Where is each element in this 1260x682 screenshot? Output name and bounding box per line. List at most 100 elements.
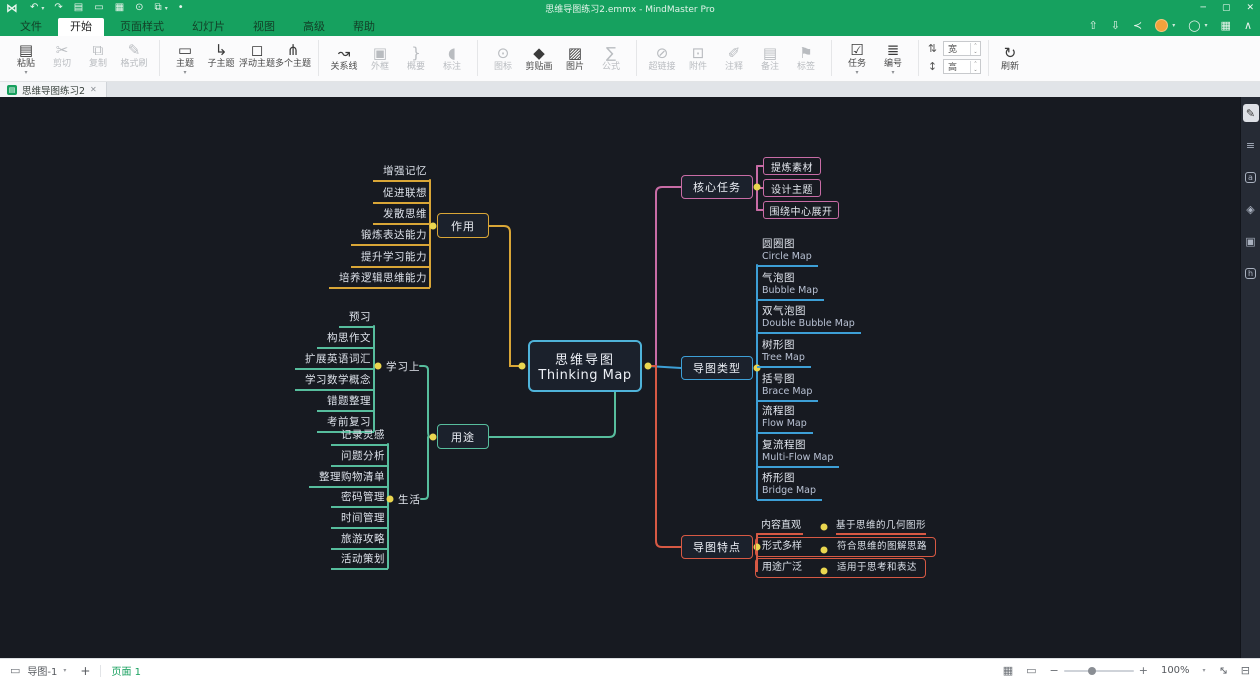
浮动主题-button[interactable]: ◻浮动主题 <box>239 40 275 70</box>
branch-topic-uses[interactable]: 用途 <box>437 424 489 449</box>
uses-item[interactable]: 学习数学概念 <box>295 374 374 391</box>
map-type-item[interactable]: 树形图Tree Map <box>757 339 811 368</box>
menu-tab-6[interactable]: 帮助 <box>341 18 387 36</box>
map-type-item[interactable]: 双气泡图Double Bubble Map <box>757 305 861 334</box>
map-type-item[interactable]: 桥形图Bridge Map <box>757 472 822 501</box>
purpose-item[interactable]: 促进联想 <box>373 187 430 204</box>
dropdown-caret-icon[interactable]: ▾ <box>891 70 894 76</box>
history-icon[interactable]: ⊙ <box>135 0 143 16</box>
style-format-icon[interactable]: ✎ <box>1243 104 1259 122</box>
user-avatar-caret[interactable]: ▾ <box>1172 22 1175 29</box>
font-icon[interactable]: a <box>1243 168 1259 186</box>
uses-item[interactable]: 错题整理 <box>317 395 374 412</box>
menu-tab-3[interactable]: 幻灯片 <box>180 18 237 36</box>
子主题-button[interactable]: ↳子主题 <box>203 40 239 70</box>
uses-item[interactable]: 问题分析 <box>331 450 388 467</box>
share-icon[interactable]: ≺ <box>1133 19 1142 32</box>
dropdown-caret-icon[interactable]: ▾ <box>24 70 27 76</box>
uses-item[interactable]: 整理购物清单 <box>309 471 388 488</box>
刷新-button[interactable]: ↻刷新 <box>992 43 1028 73</box>
map-type-item[interactable]: 括号图Brace Map <box>757 373 818 402</box>
zoom-level[interactable]: 100% <box>1161 665 1190 676</box>
branch-topic-map-features[interactable]: 导图特点 <box>681 535 753 559</box>
undo-icon-caret[interactable]: ▾ <box>41 5 44 12</box>
编号-button[interactable]: ≣编号▾ <box>875 40 911 76</box>
zoom-in-icon[interactable]: + <box>1139 664 1148 677</box>
close-tab-icon[interactable]: ✕ <box>90 85 97 94</box>
purpose-item[interactable]: 锻炼表达能力 <box>351 229 430 246</box>
uses-item[interactable]: 旅游攻略 <box>331 533 388 550</box>
collapse-bar-icon[interactable]: ⊟ <box>1241 664 1250 677</box>
grid-icon[interactable]: ▦ <box>1221 19 1231 32</box>
uses-item[interactable]: 记录灵感 <box>331 429 388 446</box>
document-tab[interactable]: ▤ 思维导图练习2 ✕ <box>0 82 107 97</box>
zoom-slider[interactable]: −+ <box>1050 664 1148 677</box>
zoom-slider-knob[interactable] <box>1088 667 1096 675</box>
export-window-icon[interactable]: ▣ <box>1243 232 1259 250</box>
map-type-item[interactable]: 流程图Flow Map <box>757 405 813 434</box>
presentation-icon[interactable]: ▭ <box>1026 664 1036 677</box>
purpose-item[interactable]: 培养逻辑思维能力 <box>329 272 430 289</box>
collapse-ribbon-icon[interactable]: ∧ <box>1244 19 1252 32</box>
page-selector[interactable]: 导图-1 <box>27 663 57 678</box>
uses-item[interactable]: 时间管理 <box>331 512 388 529</box>
feature-row[interactable]: 内容直观基于思维的几何图形 <box>761 519 926 535</box>
粘贴-button[interactable]: ▤粘贴▾ <box>8 40 44 76</box>
dropdown-caret-icon[interactable]: ▾ <box>183 70 186 76</box>
page-selector-caret[interactable]: ▾ <box>63 667 66 674</box>
uses-group-label[interactable]: 生活 <box>398 492 421 507</box>
spinner-steppers[interactable]: ⌃⌄ <box>970 61 980 73</box>
图片-button[interactable]: ▨图片 <box>557 43 593 73</box>
branch-topic-purpose[interactable]: 作用 <box>437 213 489 238</box>
uses-item[interactable]: 预习 <box>339 311 374 328</box>
zoom-slider-track[interactable] <box>1064 670 1134 672</box>
多个主题-button[interactable]: ⋔多个主题 <box>275 40 311 70</box>
window-icon-caret[interactable]: ▾ <box>165 5 168 12</box>
spin-down-icon[interactable]: ⌄ <box>973 49 977 55</box>
more-icon[interactable]: • <box>178 0 184 16</box>
active-sheet-tab[interactable]: 页面 1 <box>111 663 141 678</box>
feature-row[interactable]: 用途广泛适用于思考和表达 <box>755 558 926 578</box>
fit-screen-icon[interactable]: ↔ <box>1219 664 1228 677</box>
spin-down-icon[interactable]: ⌄ <box>973 67 977 73</box>
minimap-icon[interactable]: ▦ <box>1003 664 1013 677</box>
zoom-out-icon[interactable]: − <box>1050 664 1059 677</box>
menu-tab-0[interactable]: 文件 <box>8 18 54 36</box>
minimize-button[interactable]: ─ <box>1201 0 1206 16</box>
new-document-icon[interactable]: ▭ <box>94 0 103 16</box>
branch-topic-core-task[interactable]: 核心任务 <box>681 175 753 199</box>
theme-icon-caret[interactable]: ▾ <box>1205 22 1208 29</box>
关系线-button[interactable]: ↝关系线 <box>326 43 362 73</box>
spinner-steppers[interactable]: ⌃⌄ <box>970 43 980 55</box>
handout-icon[interactable]: h <box>1243 264 1259 282</box>
subtopic-box[interactable]: 围绕中心展开 <box>763 201 839 219</box>
adjust-settings-icon[interactable]: ≡ <box>1243 136 1259 154</box>
feature-row[interactable]: 形式多样符合思维的图解思路 <box>755 537 936 557</box>
purpose-item[interactable]: 增强记忆 <box>373 165 430 182</box>
purpose-item[interactable]: 发散思维 <box>373 208 430 225</box>
spacing-input-1[interactable]: 高⌃⌄ <box>943 59 981 74</box>
spacing-input-0[interactable]: 宽⌃⌄ <box>943 41 981 56</box>
save-icon[interactable]: ▤ <box>74 0 83 16</box>
undo-icon[interactable]: ↶ <box>30 0 38 16</box>
zoom-level-caret[interactable]: ▾ <box>1203 667 1206 674</box>
download-icon[interactable]: ⇩ <box>1111 19 1120 32</box>
window-icon[interactable]: ⧉ <box>155 0 162 16</box>
branch-topic-map-types[interactable]: 导图类型 <box>681 356 753 380</box>
uses-item[interactable]: 扩展英语词汇 <box>295 353 374 370</box>
uses-item[interactable]: 活动策划 <box>331 553 388 570</box>
menu-tab-2[interactable]: 页面样式 <box>108 18 176 36</box>
close-button[interactable]: ✕ <box>1246 0 1254 16</box>
add-page-button[interactable]: + <box>80 664 90 678</box>
maximize-button[interactable]: ▢ <box>1222 0 1231 16</box>
map-type-item[interactable]: 圆圈图Circle Map <box>757 238 818 267</box>
任务-button[interactable]: ☑任务▾ <box>839 40 875 76</box>
central-topic[interactable]: 思维导图Thinking Map <box>528 340 642 392</box>
map-type-item[interactable]: 气泡图Bubble Map <box>757 272 824 301</box>
shapes-icon[interactable]: ◈ <box>1243 200 1259 218</box>
剪贴画-button[interactable]: ◆剪贴画 <box>521 43 557 73</box>
map-type-item[interactable]: 复流程图Multi-Flow Map <box>757 439 839 468</box>
purpose-item[interactable]: 提升学习能力 <box>351 251 430 268</box>
uses-item[interactable]: 构思作文 <box>317 332 374 349</box>
subtopic-box[interactable]: 提炼素材 <box>763 157 821 175</box>
